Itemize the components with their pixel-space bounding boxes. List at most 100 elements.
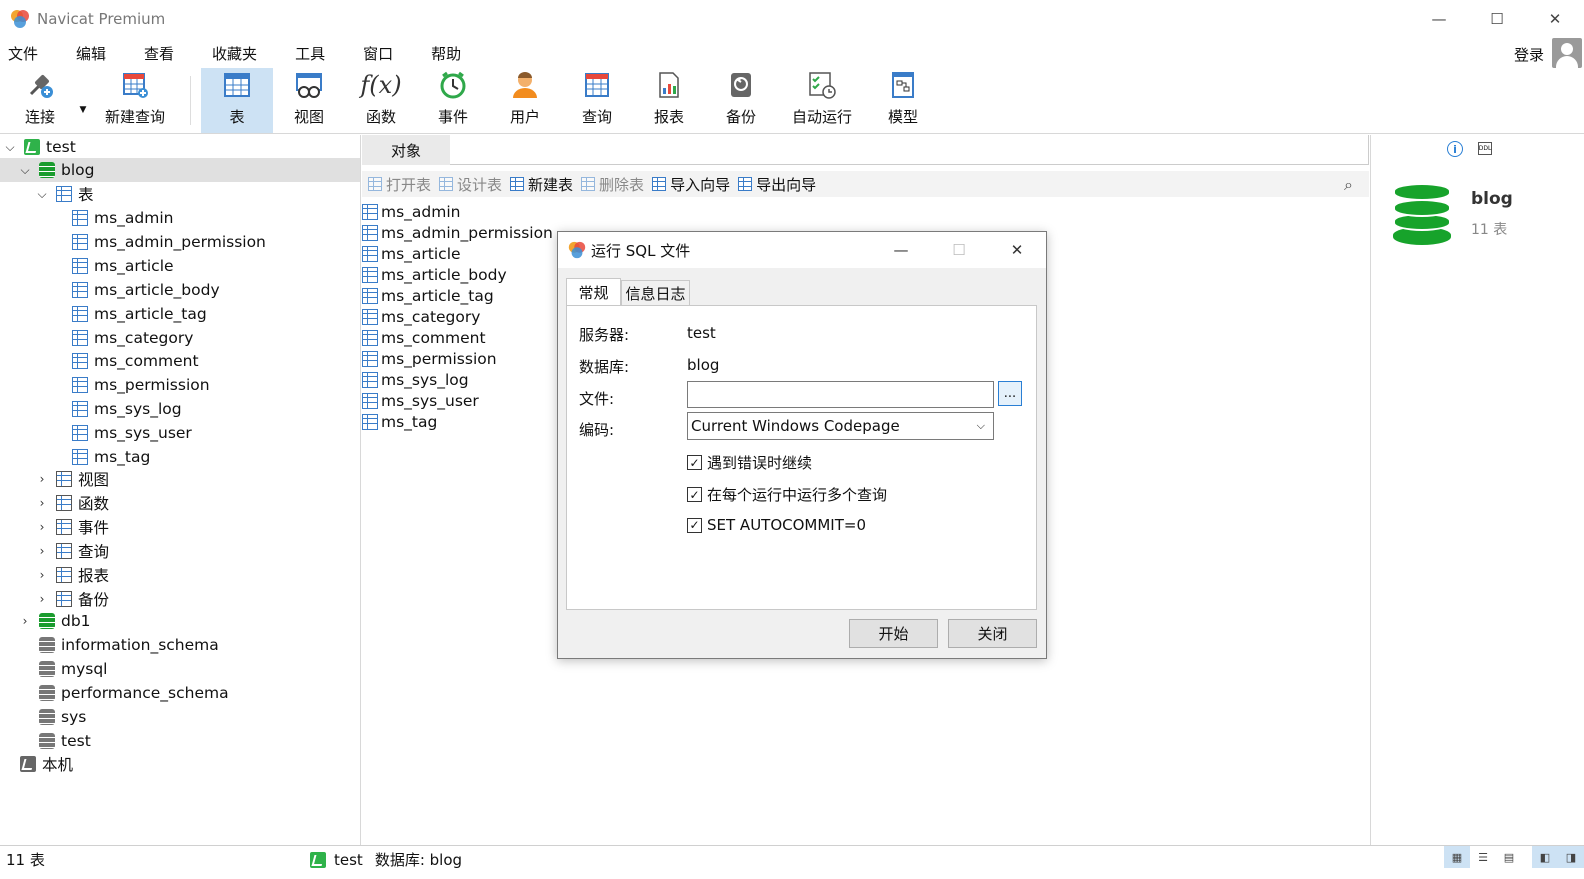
import-wizard-button[interactable]: 导入向导 <box>652 174 730 195</box>
multiple-queries-checkbox[interactable]: ✓ 在每个运行中运行多个查询 <box>687 484 887 505</box>
tree-table-item[interactable]: ms_article_body <box>72 278 220 302</box>
browse-file-button[interactable]: ... <box>998 381 1022 406</box>
minimize-button[interactable]: — <box>1410 0 1468 38</box>
toolbar-new-query[interactable]: 新建查询 <box>90 68 180 133</box>
tab-objects[interactable]: 对象 <box>362 135 450 165</box>
tree-db-item[interactable]: test <box>0 729 91 753</box>
file-path-input[interactable] <box>687 381 994 408</box>
tree-table-item[interactable]: ms_tag <box>72 445 150 469</box>
expand-chevron-icon[interactable]: ⌵ <box>4 140 16 155</box>
menu-view[interactable]: 查看 <box>136 43 188 64</box>
tree-folder-item[interactable]: › 备份 <box>0 587 109 611</box>
dialog-minimize-button[interactable]: — <box>872 232 930 268</box>
menu-favorites[interactable]: 收藏夹 <box>204 43 271 64</box>
object-list-item[interactable]: ms_article_body <box>362 264 553 285</box>
object-list-item[interactable]: ms_comment <box>362 327 553 348</box>
autocommit-checkbox[interactable]: ✓ SET AUTOCOMMIT=0 <box>687 516 866 534</box>
object-list-item[interactable]: ms_sys_log <box>362 369 553 390</box>
toolbar-model[interactable]: 模型 <box>867 68 939 133</box>
menu-file[interactable]: 文件 <box>0 43 52 64</box>
tree-folder-item[interactable]: › 查询 <box>0 539 109 563</box>
expand-chevron-icon[interactable]: ⌵ <box>36 187 48 202</box>
tree-db-item[interactable]: sys <box>0 705 86 729</box>
object-list-item[interactable]: ms_category <box>362 306 553 327</box>
tree-table-item[interactable]: ms_admin_permission <box>72 230 266 254</box>
menu-tools[interactable]: 工具 <box>287 43 339 64</box>
toolbar-table[interactable]: 表 <box>201 68 273 133</box>
search-icon[interactable]: ⌕ <box>1344 175 1353 195</box>
info-icon[interactable]: i <box>1447 141 1463 157</box>
chevron-right-icon[interactable]: › <box>36 568 48 582</box>
tree-table-item[interactable]: ms_permission <box>72 373 210 397</box>
tree-folder-tables[interactable]: ⌵ 表 <box>0 182 94 206</box>
new-table-button[interactable]: 新建表 <box>510 174 573 195</box>
chevron-right-icon[interactable]: › <box>36 472 48 486</box>
object-list-item[interactable]: ms_article_tag <box>362 285 553 306</box>
tree-table-item[interactable]: ms_comment <box>72 349 199 373</box>
left-panel-toggle-icon[interactable]: ◧ <box>1532 846 1558 868</box>
object-list-item[interactable]: ms_sys_user <box>362 390 553 411</box>
dialog-close-action-button[interactable]: 关闭 <box>948 619 1037 648</box>
toolbar-backup[interactable]: 备份 <box>705 68 777 133</box>
tree-folder-item[interactable]: › 事件 <box>0 515 109 539</box>
connect-dropdown-icon[interactable]: ▼ <box>76 68 90 133</box>
login-link[interactable]: 登录 <box>1514 44 1544 65</box>
tab-message-log[interactable]: 信息日志 <box>621 280 690 305</box>
object-list-item[interactable]: ms_article <box>362 243 553 264</box>
menu-edit[interactable]: 编辑 <box>68 43 120 64</box>
menu-help[interactable]: 帮助 <box>423 43 475 64</box>
tree-table-item[interactable]: ms_category <box>72 326 193 350</box>
tree-table-item[interactable]: ms_sys_user <box>72 421 192 445</box>
close-button[interactable]: ✕ <box>1526 0 1584 38</box>
chevron-right-icon[interactable]: › <box>36 544 48 558</box>
object-list-item[interactable]: ms_admin <box>362 201 553 222</box>
open-table-button[interactable]: 打开表 <box>368 174 431 195</box>
object-list-item[interactable]: ms_permission <box>362 348 553 369</box>
object-list-item[interactable]: ms_admin_permission <box>362 222 553 243</box>
tree-table-item[interactable]: ms_admin <box>72 206 174 230</box>
tree-local[interactable]: 本机 <box>20 752 73 776</box>
tree-table-item[interactable]: ms_sys_log <box>72 397 182 421</box>
tree-folder-item[interactable]: › 函数 <box>0 491 109 515</box>
tree-connection-test[interactable]: ⌵ test <box>4 135 75 159</box>
detail-view-icon[interactable]: ▤ <box>1496 846 1522 868</box>
tree-db-item[interactable]: performance_schema <box>0 681 229 705</box>
tab-general[interactable]: 常规 <box>566 278 621 305</box>
expand-chevron-icon[interactable]: ⌵ <box>19 163 31 178</box>
maximize-button[interactable]: ☐ <box>1468 0 1526 38</box>
tree-db-blog[interactable]: ⌵ blog <box>0 158 360 182</box>
tree-folder-item[interactable]: › 报表 <box>0 563 109 587</box>
tree-table-item[interactable]: ms_article_tag <box>72 302 207 326</box>
encoding-select[interactable]: Current Windows Codepage ⌵ <box>687 412 994 440</box>
list-view-icon[interactable]: ☰ <box>1470 846 1496 868</box>
toolbar-function[interactable]: f(x) 函数 <box>345 68 417 133</box>
tree-db-item[interactable]: › db1 <box>0 609 91 633</box>
tree-table-item[interactable]: ms_article <box>72 254 174 278</box>
delete-table-button[interactable]: 删除表 <box>581 174 644 195</box>
object-list-item[interactable]: ms_tag <box>362 411 553 432</box>
continue-on-error-checkbox[interactable]: ✓ 遇到错误时继续 <box>687 452 812 473</box>
avatar[interactable] <box>1552 38 1582 68</box>
tree-db-item[interactable]: mysql <box>0 657 108 681</box>
export-wizard-button[interactable]: 导出向导 <box>738 174 816 195</box>
chevron-right-icon[interactable]: › <box>19 614 31 628</box>
toolbar-user[interactable]: 用户 <box>489 68 561 133</box>
toolbar-view[interactable]: 视图 <box>273 68 345 133</box>
ddl-icon[interactable]: DDL <box>1478 142 1492 155</box>
tree-folder-item[interactable]: › 视图 <box>0 467 109 491</box>
toolbar-query[interactable]: 查询 <box>561 68 633 133</box>
toolbar-automation[interactable]: 自动运行 <box>777 68 867 133</box>
toolbar-connect[interactable]: 连接 <box>4 68 76 133</box>
start-button[interactable]: 开始 <box>849 619 938 648</box>
toolbar-report[interactable]: 报表 <box>633 68 705 133</box>
chevron-right-icon[interactable]: › <box>36 520 48 534</box>
toolbar-event[interactable]: 事件 <box>417 68 489 133</box>
design-table-button[interactable]: 设计表 <box>439 174 502 195</box>
tree-db-item[interactable]: information_schema <box>0 633 219 657</box>
chevron-right-icon[interactable]: › <box>36 496 48 510</box>
grid-view-icon[interactable]: ▦ <box>1444 846 1470 868</box>
dialog-close-button[interactable]: ✕ <box>988 232 1046 268</box>
menu-window[interactable]: 窗口 <box>355 43 407 64</box>
right-panel-toggle-icon[interactable]: ◨ <box>1558 846 1584 868</box>
chevron-right-icon[interactable]: › <box>36 592 48 606</box>
